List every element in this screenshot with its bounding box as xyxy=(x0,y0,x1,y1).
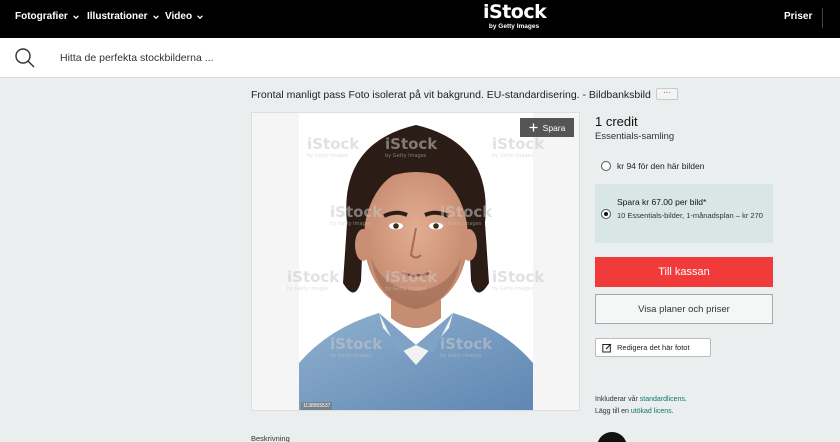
search-bar xyxy=(0,38,840,78)
watermark-text: iStock xyxy=(492,135,545,153)
license-info: Inkluderar vår standardlicens. xyxy=(595,396,687,403)
watermark: iStock by Getty Images xyxy=(330,203,382,227)
nav-illustrations-label: Illustrationer xyxy=(87,11,148,22)
watermark: iStock by Getty Images xyxy=(287,268,339,292)
license-prefix: Inkluderar vår xyxy=(595,396,640,403)
stock-id: 1138955537 xyxy=(301,402,333,410)
watermark-subtext: by Getty Images xyxy=(440,221,482,227)
pricing-link[interactable]: Priser xyxy=(784,11,812,22)
extended-license-info: Lägg till en utökad licens. xyxy=(595,408,674,415)
watermark-text: iStock xyxy=(330,203,383,221)
watermark-text: iStock xyxy=(307,135,360,153)
single-image-option[interactable]: kr 94 för den här bilden xyxy=(595,151,773,181)
plus-icon xyxy=(529,123,538,132)
radio-single-image[interactable] xyxy=(601,161,611,171)
view-plans-button[interactable]: Visa planer och priser xyxy=(595,294,773,324)
extended-license-suffix: . xyxy=(671,408,674,415)
watermark: iStock by Getty Images xyxy=(440,203,492,227)
watermark: iStock by Getty Images xyxy=(440,335,492,359)
price-credit: 1 credit xyxy=(595,114,638,129)
nav-video[interactable]: Video xyxy=(165,11,204,22)
watermark-subtext: by Getty Images xyxy=(385,286,427,292)
single-image-price: kr 94 för den här bilden xyxy=(617,161,705,171)
edit-photo-label: Redigera det här fotot xyxy=(617,343,690,352)
nav-photos-label: Fotografier xyxy=(15,11,68,22)
subscription-description: 10 Essentials-bilder, 1-månadsplan – kr … xyxy=(617,211,763,220)
subscription-title: Spara kr 67.00 per bild* xyxy=(617,197,707,207)
save-button[interactable]: Spara xyxy=(520,118,574,137)
more-options-button[interactable]: ··· xyxy=(656,88,678,100)
nav-divider xyxy=(822,8,823,28)
radio-subscription[interactable] xyxy=(601,209,611,219)
watermark-text: iStock xyxy=(492,268,545,286)
watermark-subtext: by Getty Images xyxy=(330,353,372,359)
top-navigation: Fotografier Illustrationer Video iStock … xyxy=(0,0,840,38)
contributor-avatar[interactable] xyxy=(597,432,627,442)
logo-tagline: by Getty Images xyxy=(488,23,540,30)
checkout-button[interactable]: Till kassan xyxy=(595,257,773,287)
watermark-subtext: by Getty Images xyxy=(287,286,329,292)
watermark-subtext: by Getty Images xyxy=(492,153,534,159)
watermark: iStock by Getty Images xyxy=(330,335,382,359)
chevron-down-icon xyxy=(197,14,203,19)
watermark: iStock by Getty Images xyxy=(385,135,437,159)
extended-license-link[interactable]: utökad licens xyxy=(631,408,672,415)
image-title: Frontal manligt pass Foto isolerat på vi… xyxy=(251,89,651,101)
image-preview: iStock by Getty Images iStock by Getty Ima… xyxy=(251,112,580,411)
istock-logo[interactable]: iStock by Getty Images xyxy=(483,1,547,34)
watermark-text: iStock xyxy=(440,335,493,353)
collection-name: Essentials-samling xyxy=(595,131,675,142)
nav-video-label: Video xyxy=(165,11,193,22)
watermark-subtext: by Getty Images xyxy=(385,153,427,159)
logo-wordmark: iStock xyxy=(483,1,547,23)
watermark: iStock by Getty Images xyxy=(385,268,437,292)
extended-license-prefix: Lägg till en xyxy=(595,408,631,415)
watermark: iStock by Getty Images xyxy=(492,135,544,159)
watermark-subtext: by Getty Images xyxy=(492,286,534,292)
standard-license-link[interactable]: standardlicens xyxy=(640,396,685,403)
nav-photos[interactable]: Fotografier xyxy=(15,11,80,22)
chevron-down-icon xyxy=(152,14,159,19)
watermark-text: iStock xyxy=(440,203,493,221)
watermark-text: iStock xyxy=(287,268,340,286)
nav-illustrations[interactable]: Illustrationer xyxy=(87,11,160,22)
edit-photo-button[interactable]: Redigera det här fotot xyxy=(595,338,711,357)
watermark-subtext: by Getty Images xyxy=(330,221,372,227)
watermark-text: iStock xyxy=(330,335,383,353)
subscription-option[interactable]: Spara kr 67.00 per bild* 10 Essentials-b… xyxy=(595,184,773,243)
watermark: iStock by Getty Images xyxy=(307,135,359,159)
watermark-text: iStock xyxy=(385,135,438,153)
watermark-subtext: by Getty Images xyxy=(307,153,349,159)
watermark-subtext: by Getty Images xyxy=(440,353,482,359)
watermark-text: iStock xyxy=(385,268,438,286)
chevron-down-icon xyxy=(72,14,79,19)
search-input[interactable] xyxy=(60,46,660,70)
watermark: iStock by Getty Images xyxy=(492,268,544,292)
save-button-label: Spara xyxy=(542,122,566,133)
search-icon[interactable] xyxy=(14,47,36,69)
edit-icon xyxy=(602,343,612,352)
license-suffix: . xyxy=(684,396,687,403)
description-heading: Beskrivning xyxy=(251,434,290,442)
